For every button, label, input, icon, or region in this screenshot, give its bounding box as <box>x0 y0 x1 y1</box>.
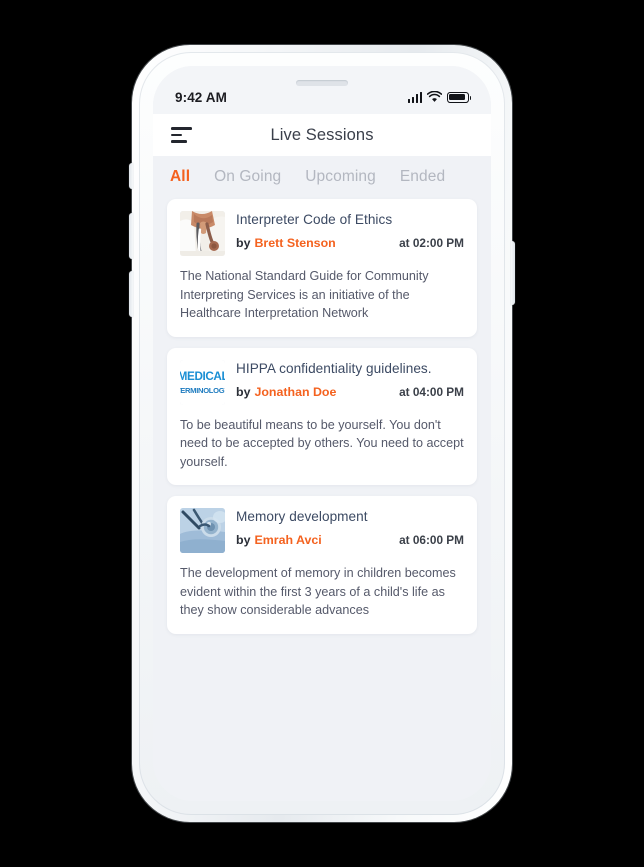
session-card[interactable]: MEDICAL TERMINOLOGY HIPPA confidentialit… <box>167 347 477 485</box>
tab-ended[interactable]: Ended <box>400 168 445 186</box>
session-filter-tabs: All On Going Upcoming Ended <box>153 156 491 199</box>
session-time: at 02:00 PM <box>399 236 464 251</box>
by-label: by <box>236 384 251 399</box>
volume-up-button[interactable] <box>129 213 133 259</box>
session-description: The National Standard Guide for Communit… <box>180 269 429 320</box>
session-card-meta: HIPPA confidentiality guidelines. by Jon… <box>236 360 464 399</box>
doctor-stethoscope-photo <box>180 211 225 256</box>
session-card-meta: Memory development by Emrah Avci at 06:0… <box>236 508 464 547</box>
session-author[interactable]: Brett Stenson <box>254 236 335 250</box>
session-card-header: Memory development by Emrah Avci at 06:0… <box>180 508 464 553</box>
session-list: Interpreter Code of Ethics by Brett Sten… <box>153 199 491 634</box>
session-time: at 04:00 PM <box>399 384 464 399</box>
hamburger-menu-icon[interactable] <box>171 127 193 143</box>
svg-text:TERMINOLOGY: TERMINOLOGY <box>180 386 225 395</box>
by-label: by <box>236 533 251 548</box>
app-navigation-bar: Live Sessions <box>153 114 491 156</box>
by-label: by <box>236 236 251 251</box>
earpiece-speaker-icon <box>296 80 348 86</box>
phone-screen: 9:42 AM Live Sessions All On Going Upcom… <box>153 66 491 801</box>
medical-terminology-logo: MEDICAL TERMINOLOGY <box>180 359 225 405</box>
tab-all[interactable]: All <box>170 168 190 186</box>
session-title: Memory development <box>236 509 368 524</box>
page-title: Live Sessions <box>270 125 374 144</box>
power-button[interactable] <box>511 241 515 305</box>
session-title: Interpreter Code of Ethics <box>236 212 393 227</box>
svg-text:MEDICAL: MEDICAL <box>180 370 225 383</box>
status-bar: 9:42 AM <box>153 66 491 114</box>
blue-stethoscope-photo <box>180 508 225 553</box>
signal-bars-icon <box>407 91 422 103</box>
session-card-meta: Interpreter Code of Ethics by Brett Sten… <box>236 211 464 250</box>
session-time: at 06:00 PM <box>399 533 464 548</box>
session-card-header: Interpreter Code of Ethics by Brett Sten… <box>180 211 464 256</box>
status-bar-icons <box>407 91 472 103</box>
tab-on-going[interactable]: On Going <box>214 168 281 186</box>
session-card-header: MEDICAL TERMINOLOGY HIPPA confidentialit… <box>180 359 464 405</box>
session-card[interactable]: Memory development by Emrah Avci at 06:0… <box>167 496 477 634</box>
session-byline: by Jonathan Doe at 04:00 PM <box>236 385 464 399</box>
session-author[interactable]: Emrah Avci <box>254 533 321 547</box>
phone-device-frame: 9:42 AM Live Sessions All On Going Upcom… <box>129 45 515 822</box>
session-description: The development of memory in children be… <box>180 566 456 617</box>
screenshot-stage: 9:42 AM Live Sessions All On Going Upcom… <box>0 0 644 867</box>
session-description: To be beautiful means to be yourself. Yo… <box>180 417 464 469</box>
session-byline: by Emrah Avci at 06:00 PM <box>236 533 464 547</box>
session-byline: by Brett Stenson at 02:00 PM <box>236 236 464 250</box>
mute-switch-button[interactable] <box>129 163 133 189</box>
session-title: HIPPA confidentiality guidelines. <box>236 360 432 376</box>
wifi-icon <box>427 91 442 102</box>
battery-icon <box>447 91 472 103</box>
session-card[interactable]: Interpreter Code of Ethics by Brett Sten… <box>167 199 477 337</box>
volume-down-button[interactable] <box>129 271 133 317</box>
session-author[interactable]: Jonathan Doe <box>254 385 336 399</box>
status-bar-clock: 9:42 AM <box>175 89 227 105</box>
tab-upcoming[interactable]: Upcoming <box>305 168 376 186</box>
